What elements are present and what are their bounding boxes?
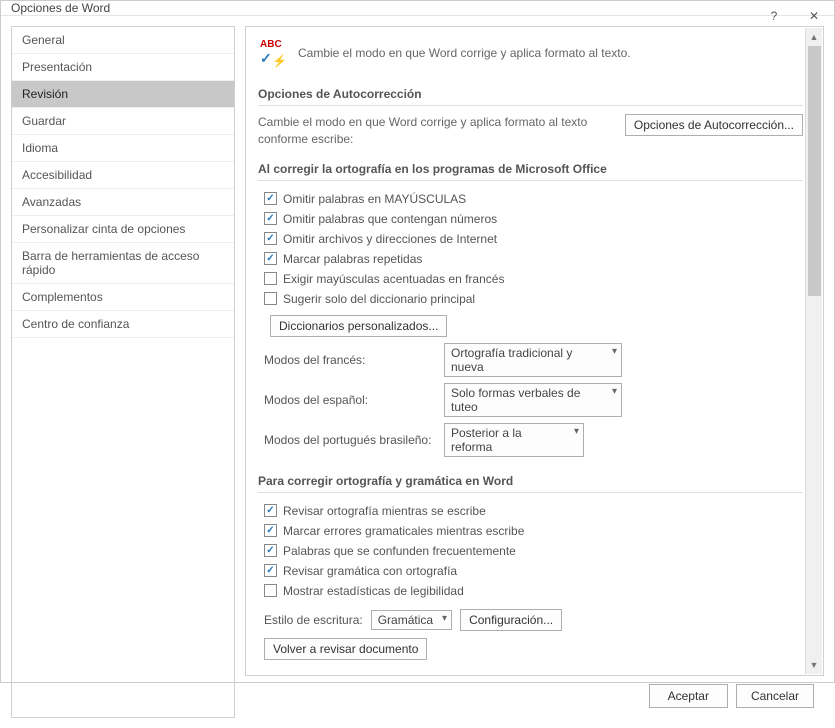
dialog-body: General Presentación Revisión Guardar Id… <box>1 16 834 728</box>
lbl-numbers: Omitir palabras que contengan números <box>283 212 497 226</box>
scrollbar[interactable]: ▲ ▼ <box>805 28 822 674</box>
titlebar: Opciones de Word ? ✕ <box>1 1 834 16</box>
section-autocorrect-title: Opciones de Autocorrección <box>258 83 803 106</box>
content-panel: ABC ✓ ⚡ Cambie el modo en que Word corri… <box>245 26 824 676</box>
scroll-up-icon[interactable]: ▲ <box>806 28 822 45</box>
cancel-button[interactable]: Cancelar <box>736 684 814 708</box>
sidebar-item-cinta[interactable]: Personalizar cinta de opciones <box>12 216 234 243</box>
chk-french-accents[interactable] <box>264 272 277 285</box>
portuguese-modes-select[interactable]: Posterior a la reforma <box>444 423 584 457</box>
french-modes-label: Modos del francés: <box>264 353 436 367</box>
portuguese-modes-label: Modos del portugués brasileño: <box>264 433 436 447</box>
ok-button[interactable]: Aceptar <box>649 684 728 708</box>
chk-spell-as-type[interactable] <box>264 504 277 517</box>
lbl-confused-words: Palabras que se confunden frecuentemente <box>283 544 516 558</box>
sidebar-item-accesibilidad[interactable]: Accesibilidad <box>12 162 234 189</box>
content-wrap: ABC ✓ ⚡ Cambie el modo en que Word corri… <box>245 26 824 718</box>
chk-grammar-errors[interactable] <box>264 524 277 537</box>
writing-style-label: Estilo de escritura: <box>264 613 363 627</box>
sidebar-item-revision[interactable]: Revisión <box>12 81 234 108</box>
section-spelling-office-title: Al corregir la ortografía en los program… <box>258 158 803 181</box>
spanish-modes-label: Modos del español: <box>264 393 436 407</box>
scroll-down-icon[interactable]: ▼ <box>806 657 822 674</box>
lbl-grammar-with-spell: Revisar gramática con ortografía <box>283 564 457 578</box>
writing-style-select[interactable]: Gramática <box>371 610 452 630</box>
lbl-repeated: Marcar palabras repetidas <box>283 252 422 266</box>
header-text: Cambie el modo en que Word corrige y apl… <box>298 46 631 60</box>
lbl-french-accents: Exigir mayúsculas acentuadas en francés <box>283 272 504 286</box>
chk-uppercase[interactable] <box>264 192 277 205</box>
sidebar: General Presentación Revisión Guardar Id… <box>11 26 235 718</box>
chk-confused-words[interactable] <box>264 544 277 557</box>
sidebar-item-idioma[interactable]: Idioma <box>12 135 234 162</box>
custom-dictionaries-button[interactable]: Diccionarios personalizados... <box>270 315 447 337</box>
grammar-settings-button[interactable]: Configuración... <box>460 609 562 631</box>
chk-grammar-with-spell[interactable] <box>264 564 277 577</box>
recheck-document-button[interactable]: Volver a revisar documento <box>264 638 427 660</box>
lbl-uppercase: Omitir palabras en MAYÚSCULAS <box>283 192 466 206</box>
chk-internet[interactable] <box>264 232 277 245</box>
spanish-modes-select[interactable]: Solo formas verbales de tuteo <box>444 383 622 417</box>
autocorrect-desc: Cambie el modo en que Word corrige y apl… <box>258 114 613 148</box>
sidebar-item-general[interactable]: General <box>12 27 234 54</box>
scroll-thumb[interactable] <box>808 46 821 296</box>
window-title: Opciones de Word <box>11 1 110 15</box>
lbl-spell-as-type: Revisar ortografía mientras se escribe <box>283 504 486 518</box>
sidebar-item-guardar[interactable]: Guardar <box>12 108 234 135</box>
proofing-icon: ABC ✓ ⚡ <box>258 39 288 67</box>
autocorrect-options-button[interactable]: Opciones de Autocorrección... <box>625 114 803 136</box>
sidebar-item-complementos[interactable]: Complementos <box>12 284 234 311</box>
sidebar-item-presentacion[interactable]: Presentación <box>12 54 234 81</box>
options-dialog: Opciones de Word ? ✕ General Presentació… <box>0 0 835 683</box>
sidebar-item-avanzadas[interactable]: Avanzadas <box>12 189 234 216</box>
lbl-internet: Omitir archivos y direcciones de Interne… <box>283 232 497 246</box>
chk-numbers[interactable] <box>264 212 277 225</box>
sidebar-item-confianza[interactable]: Centro de confianza <box>12 311 234 338</box>
french-modes-select[interactable]: Ortografía tradicional y nueva <box>444 343 622 377</box>
chk-repeated[interactable] <box>264 252 277 265</box>
sidebar-item-barra[interactable]: Barra de herramientas de acceso rápido <box>12 243 234 284</box>
section-spelling-word-title: Para corregir ortografía y gramática en … <box>258 470 803 493</box>
lbl-main-dict: Sugerir solo del diccionario principal <box>283 292 475 306</box>
lbl-grammar-errors: Marcar errores gramaticales mientras esc… <box>283 524 524 538</box>
chk-readability[interactable] <box>264 584 277 597</box>
lbl-readability: Mostrar estadísticas de legibilidad <box>283 584 464 598</box>
chk-main-dict[interactable] <box>264 292 277 305</box>
